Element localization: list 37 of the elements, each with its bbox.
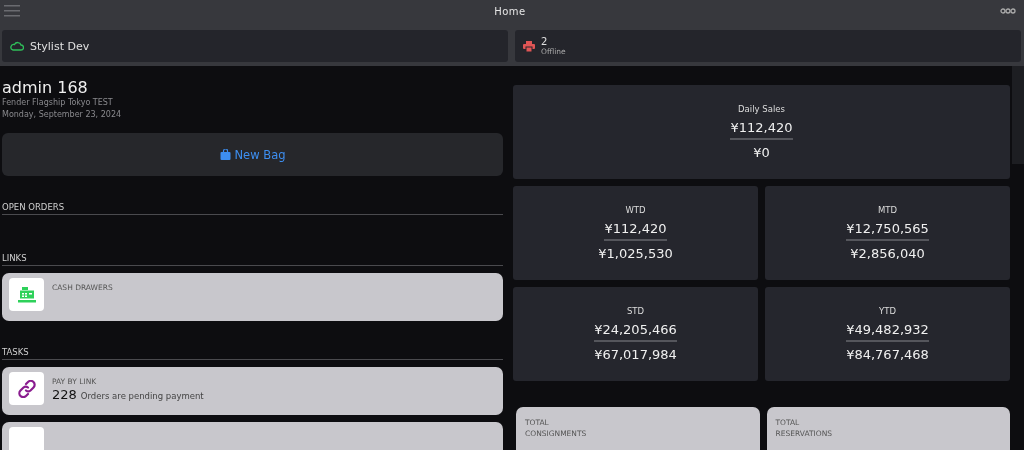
section-heading: LINKS xyxy=(2,253,503,266)
menu-button[interactable] xyxy=(4,5,20,17)
more-icon xyxy=(1000,8,1016,14)
sales-amount: ¥112,420 xyxy=(730,117,793,140)
sales-amount: ¥2,856,040 xyxy=(850,246,925,261)
card-text: Orders are pending payment xyxy=(80,391,204,401)
sales-label: YTD xyxy=(879,306,896,316)
status-label: Stylist Dev xyxy=(30,39,90,53)
status-label: 2 xyxy=(541,36,549,47)
sales-amount: ¥112,420 xyxy=(604,218,667,241)
sales-amount: ¥12,750,565 xyxy=(846,218,929,241)
sales-amount: ¥49,482,932 xyxy=(846,319,929,342)
printer-icon xyxy=(523,40,535,52)
sales-amount: ¥84,767,468 xyxy=(846,347,929,362)
sales-label: STD xyxy=(626,306,645,316)
sales-amount: ¥67,017,984 xyxy=(594,347,677,362)
sales-label: Daily Sales xyxy=(738,104,785,114)
user-name: admin 168 xyxy=(2,78,89,97)
bag-icon xyxy=(219,149,231,160)
sales-label: WTD xyxy=(625,205,646,215)
cash-register-icon xyxy=(17,286,36,303)
sales-label: MTD xyxy=(877,205,898,215)
link-icon xyxy=(17,379,36,398)
date-text: Monday, September 23, 2024 xyxy=(2,109,123,121)
section-heading: TASKS xyxy=(2,347,503,360)
sales-amount: ¥1,025,530 xyxy=(598,246,673,261)
sales-amount: ¥24,205,466 xyxy=(594,319,677,342)
sales-amount: ¥0 xyxy=(753,145,770,160)
pending-count: 228 xyxy=(52,387,77,402)
page-title: Home xyxy=(494,5,526,17)
new-bag-button[interactable]: New Bag xyxy=(2,133,503,176)
menu-icon xyxy=(4,5,20,17)
section-heading: OPEN ORDERS xyxy=(2,202,503,215)
status-card[interactable]: Stylist Dev xyxy=(2,30,508,62)
store-name: Fender Flagship Tokyo TEST xyxy=(2,97,114,109)
more-button[interactable] xyxy=(1000,8,1016,14)
cloud-icon xyxy=(10,41,24,51)
